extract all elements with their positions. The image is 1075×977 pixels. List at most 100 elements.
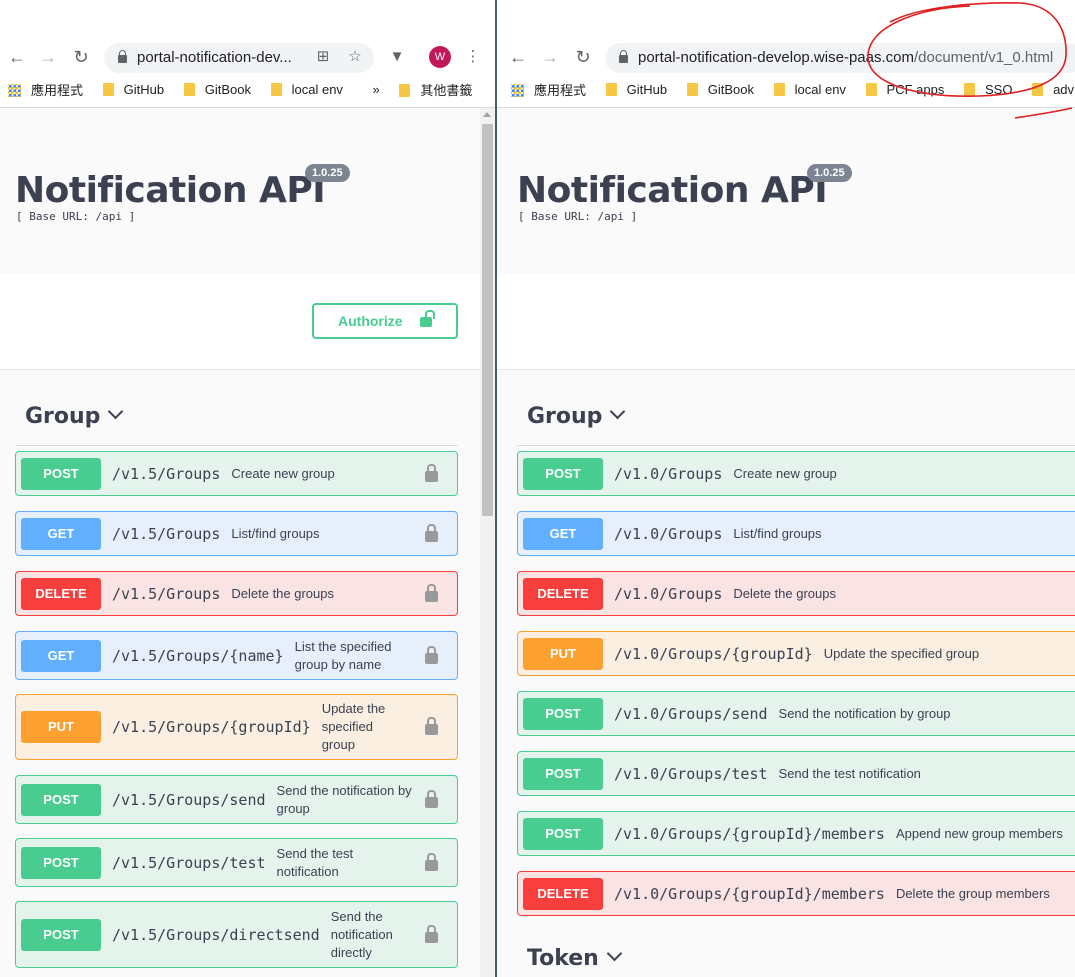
apps-icon (8, 84, 21, 97)
operation-path: /v1.0/Groups (614, 524, 723, 543)
other-bookmarks[interactable]: 其他書籤 (399, 80, 472, 99)
address-bar[interactable]: portal-notification-develop.wise-paas.co… (605, 43, 1075, 73)
bookmarks-bar: 應用程式 GitHub GitBook local env » 其他書籤 (8, 80, 495, 100)
operation-summary: Send the test notification (778, 765, 921, 781)
tag-group[interactable]: Group (25, 403, 124, 429)
reload-icon[interactable]: ↻ (70, 46, 92, 68)
folder-icon (1032, 83, 1044, 96)
back-icon[interactable]: ← (6, 46, 28, 68)
vuetify-icon[interactable]: ▼ (387, 47, 407, 67)
api-info: Notification API 1.0.25 [ Base URL: /api… (0, 108, 495, 273)
operation-summary: List/find groups (231, 525, 320, 541)
bookmark-pcf-apps[interactable]: PCF apps (865, 82, 944, 97)
back-icon[interactable]: ← (507, 46, 529, 68)
operation-post-row[interactable]: POST/v1.0/Groups/{groupId}/members Append… (517, 811, 1075, 856)
operation-path: /v1.0/Groups/{groupId} (614, 644, 813, 663)
operation-get-row[interactable]: GET/v1.5/Groups/{name} List the specified… (15, 631, 458, 680)
operation-delete-row[interactable]: DELETE/v1.5/Groups Delete the groups (15, 571, 458, 616)
operation-summary: Delete the groups (231, 585, 334, 601)
right-browser-window: ← → ↻ portal-notification-develop.wise-p… (497, 0, 1075, 977)
authorize-button[interactable]: Authorize (312, 303, 458, 339)
chevron-down-icon (610, 403, 626, 420)
operation-summary: List/find groups (733, 525, 822, 541)
operation-summary: Send the notification directly (330, 908, 393, 960)
bookmark-apps[interactable]: 應用程式 (511, 80, 586, 99)
bookmark-local-env[interactable]: local env (270, 82, 343, 97)
operation-get-row[interactable]: GET/v1.5/Groups List/find groups (15, 511, 458, 556)
forward-icon[interactable]: → (539, 46, 561, 68)
operation-post-row[interactable]: POST/v1.5/Groups/test Send the test notif… (15, 838, 458, 887)
operation-path: /v1.5/Groups/test (112, 853, 266, 872)
lock-icon[interactable] (425, 717, 438, 735)
translate-icon[interactable]: ⊞ (313, 47, 333, 67)
base-url: [ Base URL: /api ] (518, 210, 638, 223)
operation-post-row[interactable]: POST/v1.0/Groups Create new group (517, 451, 1075, 496)
lock-icon[interactable] (425, 463, 438, 482)
operation-put-row[interactable]: PUT/v1.0/Groups/{groupId} Update the spec… (517, 631, 1075, 676)
tag-divider (517, 445, 1075, 446)
unlock-icon (420, 310, 435, 327)
folder-icon (963, 83, 975, 96)
operation-delete-row[interactable]: DELETE/v1.0/Groups Delete the groups (517, 571, 1075, 616)
scroll-up-icon[interactable] (483, 112, 491, 117)
operation-summary: Append new group members (895, 825, 1063, 841)
scroll-thumb[interactable] (482, 124, 493, 516)
operation-path: /v1.5/Groups/send (112, 790, 266, 809)
operation-path: /v1.0/Groups (614, 584, 723, 603)
left-browser-window: ← → ↻ portal-notification-dev... ⊞ ☆ ▼ W… (0, 0, 495, 977)
bookmark-adv-git[interactable]: adv git (1032, 82, 1075, 97)
method-badge: DELETE (21, 577, 101, 610)
method-badge: POST (523, 817, 603, 850)
operation-path: /v1.0/Groups/{groupId}/members (614, 824, 885, 843)
bookmarks-overflow-button[interactable]: » (373, 82, 380, 97)
folder-icon (865, 83, 877, 96)
operation-path: /v1.0/Groups (614, 464, 723, 483)
base-url: [ Base URL: /api ] (16, 210, 136, 223)
bookmark-gitbook[interactable]: GitBook (686, 82, 754, 97)
bookmark-github[interactable]: GitHub (605, 82, 667, 97)
bookmark-apps[interactable]: 應用程式 (8, 80, 83, 99)
method-badge: GET (21, 517, 101, 550)
operation-delete-row[interactable]: DELETE/v1.0/Groups/{groupId}/members Dele… (517, 871, 1075, 916)
bookmark-gitbook[interactable]: GitBook (183, 82, 251, 97)
operation-post-row[interactable]: POST/v1.5/Groups/directsend Send the noti… (15, 901, 458, 968)
lock-icon[interactable] (425, 583, 438, 602)
tag-token[interactable]: Token (527, 945, 623, 971)
operation-post-row[interactable]: POST/v1.0/Groups/test Send the test notif… (517, 751, 1075, 796)
lock-icon[interactable] (425, 852, 438, 871)
tab-strip (497, 0, 1075, 36)
avatar[interactable]: W (429, 46, 451, 68)
lock-icon[interactable] (425, 523, 438, 542)
operation-put-row[interactable]: PUT/v1.5/Groups/{groupId} Update the spec… (15, 694, 458, 760)
star-icon[interactable]: ☆ (345, 47, 365, 67)
operation-get-row[interactable]: GET/v1.0/Groups List/find groups (517, 511, 1075, 556)
operation-summary: Create new group (231, 465, 335, 481)
bookmark-sso[interactable]: SSO (963, 82, 1012, 97)
operation-summary: Delete the group members (895, 885, 1050, 901)
operation-summary: Update the specified group (321, 701, 386, 752)
lock-icon[interactable] (425, 924, 438, 943)
operation-post-row[interactable]: POST/v1.5/Groups/send Send the notificati… (15, 775, 458, 824)
method-badge: GET (523, 517, 603, 550)
bookmark-github[interactable]: GitHub (102, 82, 164, 97)
url-text: portal-notification-dev... (137, 49, 292, 66)
address-bar[interactable]: portal-notification-dev... (104, 43, 374, 73)
page-title: Notification API (517, 170, 828, 211)
operation-summary: List the specified group by name (294, 638, 392, 672)
menu-icon[interactable]: ⋮ (463, 47, 483, 67)
folder-icon (102, 83, 114, 96)
reload-icon[interactable]: ↻ (572, 46, 594, 68)
operation-post-row[interactable]: POST/v1.5/Groups Create new group (15, 451, 458, 496)
method-badge: DELETE (523, 877, 603, 910)
method-badge: POST (21, 457, 101, 490)
scrollbar[interactable] (480, 108, 495, 977)
tag-label: Token (527, 946, 599, 971)
bookmark-local-env[interactable]: local env (773, 82, 846, 97)
tag-label: Group (25, 404, 101, 429)
lock-icon[interactable] (425, 645, 438, 664)
tag-group[interactable]: Group (527, 403, 626, 429)
forward-icon[interactable]: → (37, 46, 59, 68)
folder-icon (605, 83, 617, 96)
lock-icon[interactable] (425, 789, 438, 808)
operation-post-row[interactable]: POST/v1.0/Groups/send Send the notificati… (517, 691, 1075, 736)
